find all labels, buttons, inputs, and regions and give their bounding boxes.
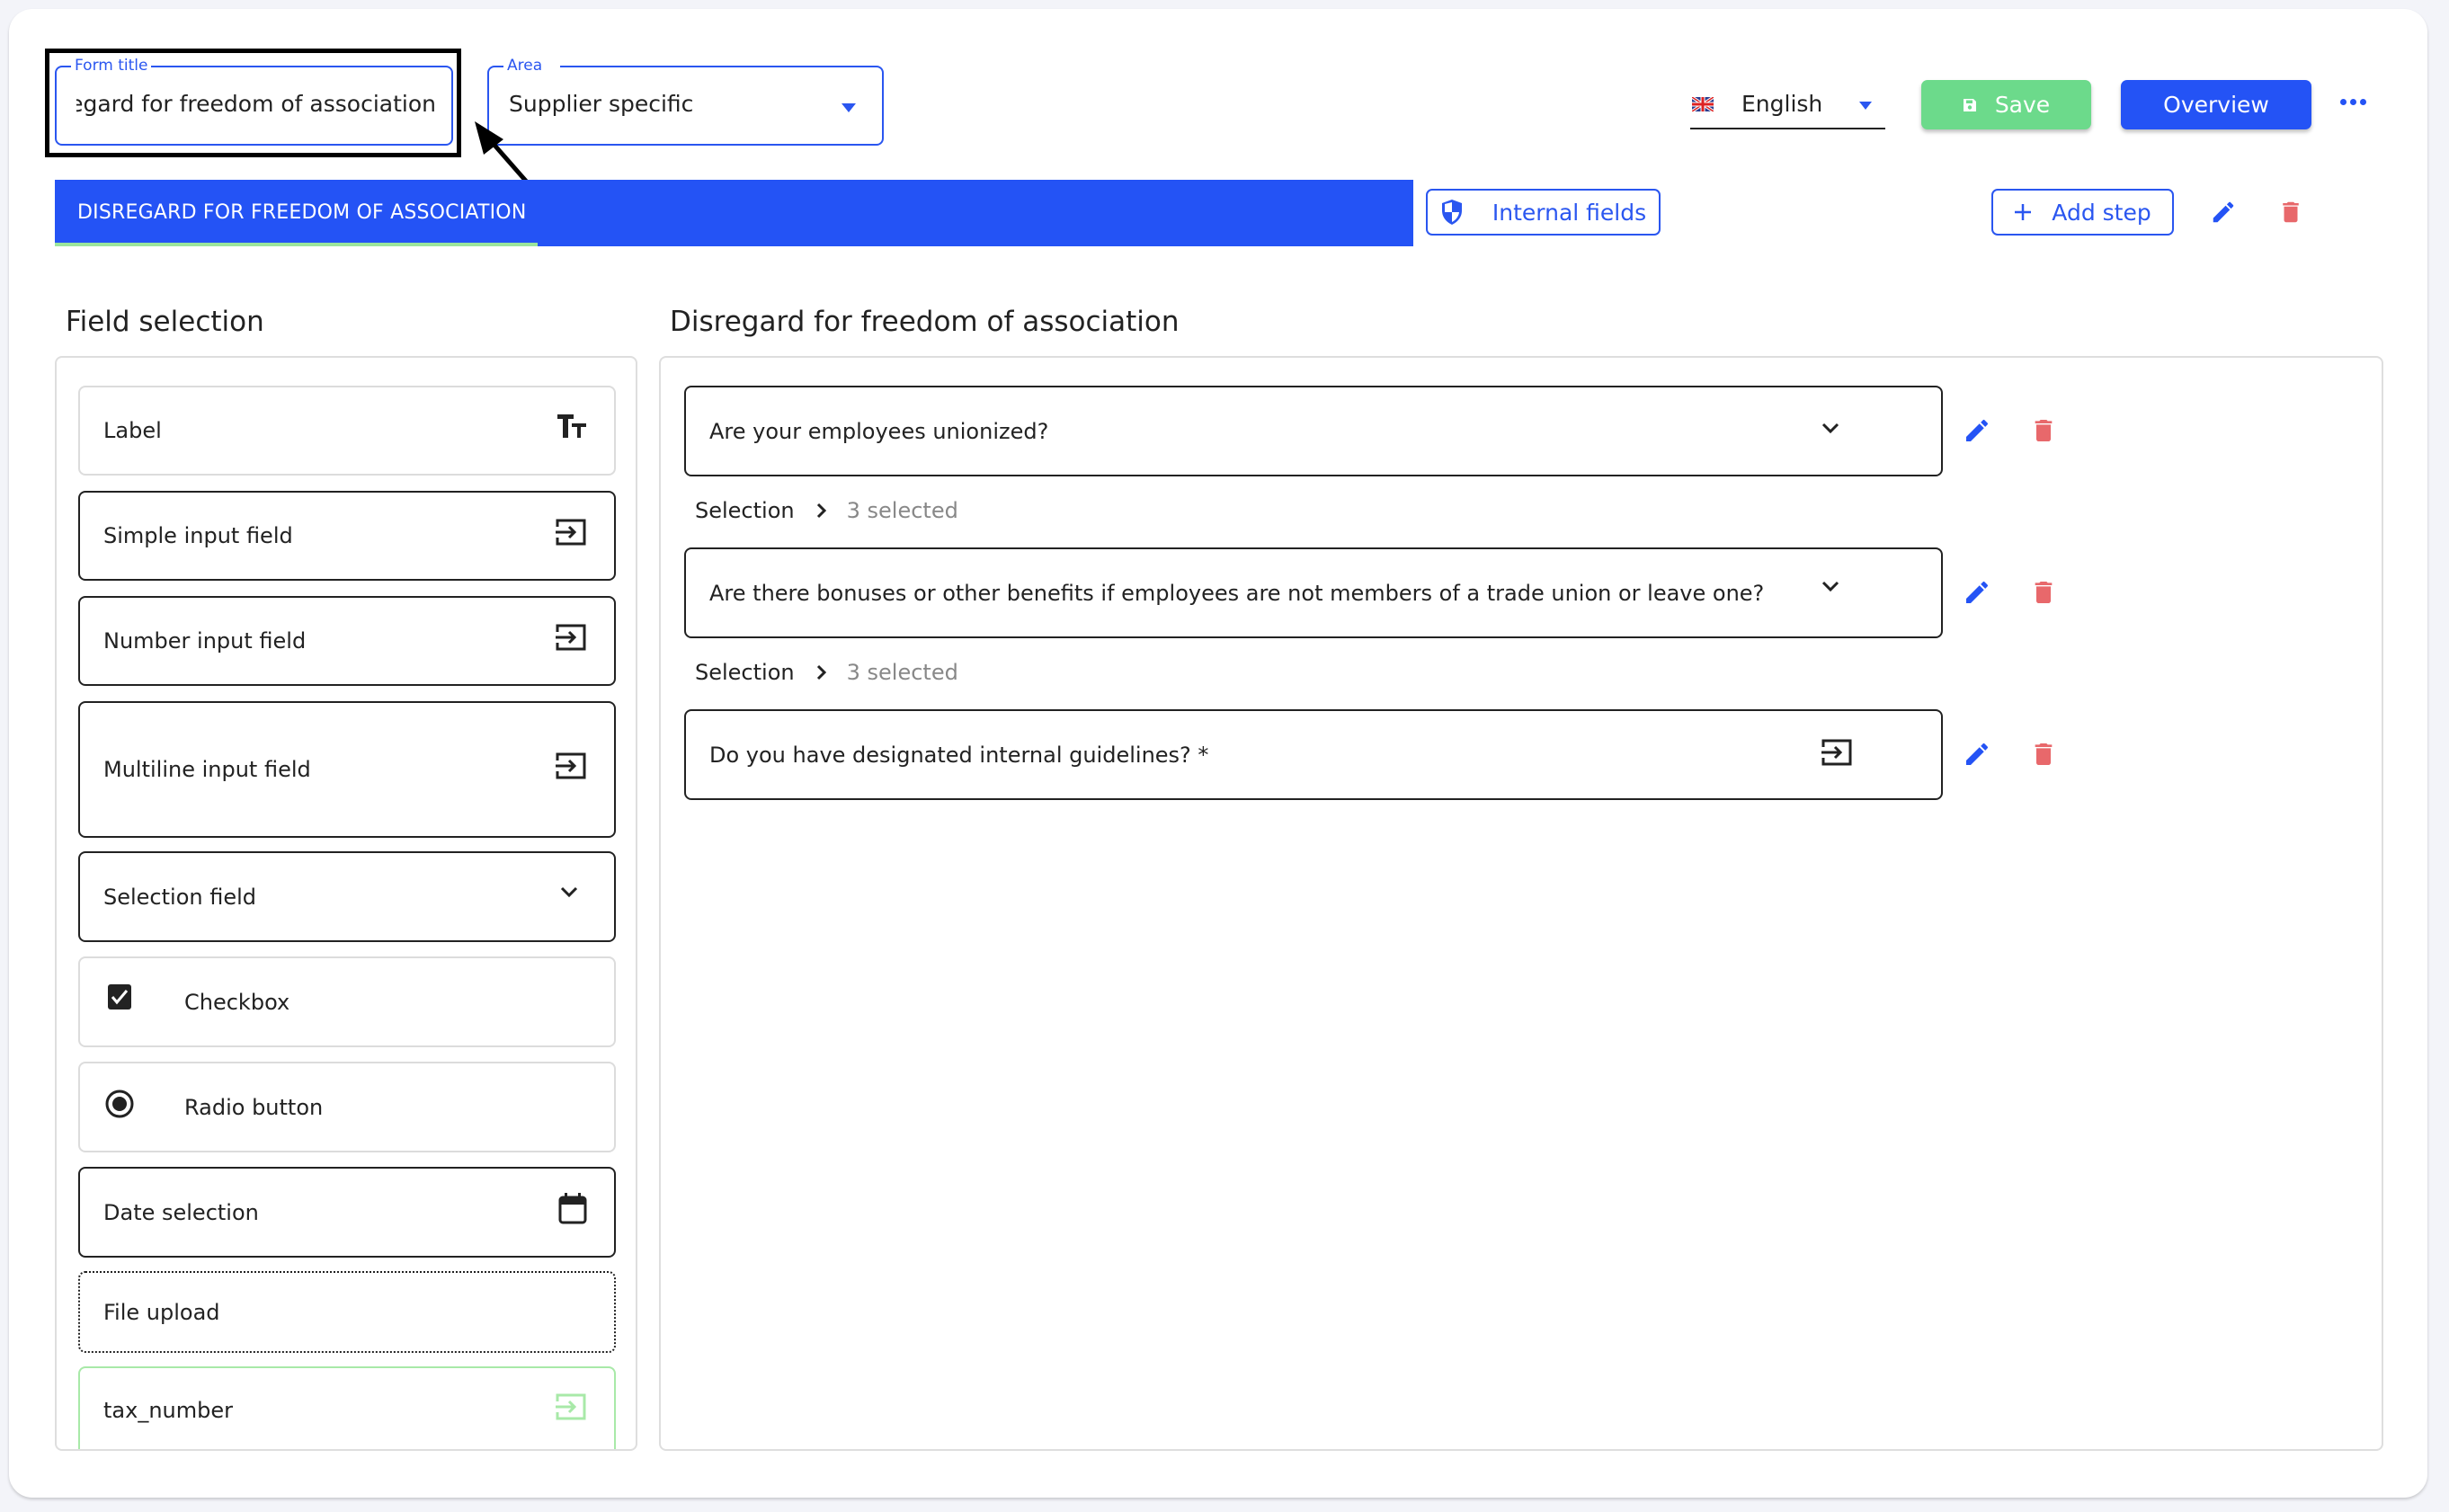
edit-step-pencil-icon[interactable] <box>2210 199 2237 226</box>
internal-fields-label: Internal fields <box>1492 199 1647 226</box>
field-item-simple-input[interactable]: Simple input field <box>78 491 616 581</box>
field-item-text: tax_number <box>103 1398 233 1423</box>
internal-fields-button[interactable]: Internal fields <box>1426 189 1661 236</box>
caret-down-icon <box>1859 102 1872 110</box>
calendar-icon <box>558 1193 587 1224</box>
field-item-label[interactable]: Label <box>78 386 616 476</box>
form-title-legend: Form title <box>71 56 152 76</box>
form-title-value: disregard for freedom of association <box>76 91 436 117</box>
more-dot <box>2360 99 2366 105</box>
more-dot <box>2350 99 2356 105</box>
delete-step-trash-icon[interactable] <box>2277 199 2304 226</box>
form-step-panel: Are your employees unionized? Selection … <box>659 356 2383 1451</box>
uk-flag-icon <box>1692 97 1714 111</box>
edit-question-pencil-icon[interactable] <box>1963 740 1991 769</box>
input-icon <box>556 519 586 546</box>
overview-label: Overview <box>2163 92 2269 118</box>
input-icon <box>556 752 586 779</box>
overview-button[interactable]: Overview <box>2121 80 2311 129</box>
edit-question-pencil-icon[interactable] <box>1963 578 1991 607</box>
field-item-text: Checkbox <box>184 990 290 1015</box>
step-tab-bar: DISREGARD FOR FREEDOM OF ASSOCIATION <box>55 180 1413 246</box>
more-options-button[interactable] <box>2340 99 2366 105</box>
edit-question-pencil-icon[interactable] <box>1963 416 1991 445</box>
text-size-icon <box>557 414 586 438</box>
field-item-number-input[interactable]: Number input field <box>78 596 616 686</box>
field-item-selection[interactable]: Selection field <box>78 851 616 942</box>
save-label: Save <box>1994 92 2051 118</box>
delete-question-trash-icon[interactable] <box>2029 740 2058 769</box>
delete-question-trash-icon[interactable] <box>2029 578 2058 607</box>
form-title-input[interactable]: disregard for freedom of association <box>76 91 436 117</box>
question-field[interactable]: Do you have designated internal guidelin… <box>684 709 1943 800</box>
input-icon <box>556 624 586 651</box>
tab-step-1[interactable]: DISREGARD FOR FREEDOM OF ASSOCIATION <box>55 180 538 246</box>
chevron-right-icon <box>816 664 826 680</box>
field-item-text: Simple input field <box>103 523 293 548</box>
caret-down-icon <box>842 103 856 112</box>
area-value: Supplier specific <box>509 91 694 117</box>
field-item-text: Radio button <box>184 1095 324 1120</box>
input-icon <box>1821 739 1852 766</box>
chevron-down-icon[interactable] <box>1821 422 1840 436</box>
form-step-heading: Disregard for freedom of association <box>670 306 1180 338</box>
plus-icon <box>2015 204 2032 220</box>
save-button[interactable]: Save <box>1921 80 2091 129</box>
add-step-button[interactable]: Add step <box>1991 189 2174 236</box>
selection-options-link[interactable]: Selection 3 selected <box>695 660 958 685</box>
chevron-down-icon <box>560 886 578 898</box>
field-item-text: Number input field <box>103 628 307 654</box>
question-text: Are your employees unionized? <box>709 419 1049 444</box>
add-step-label: Add step <box>2052 199 2151 226</box>
field-item-checkbox[interactable]: Checkbox <box>78 956 616 1047</box>
field-selection-panel: Label Simple input field Number input fi… <box>55 356 637 1451</box>
more-horizontal-icon <box>2340 99 2347 105</box>
field-item-multiline-input[interactable]: Multiline input field <box>78 701 616 838</box>
chevron-down-icon[interactable] <box>1821 580 1840 594</box>
question-field[interactable]: Are your employees unionized? <box>684 386 1943 476</box>
checkbox-checked-icon <box>108 984 131 1009</box>
delete-question-trash-icon[interactable] <box>2029 416 2058 445</box>
chevron-right-icon <box>816 503 826 519</box>
form-title-field[interactable]: Form title disregard for freedom of asso… <box>55 56 453 146</box>
question-text: Do you have designated internal guidelin… <box>709 743 1209 768</box>
field-item-radio[interactable]: Radio button <box>78 1062 616 1152</box>
field-selection-heading: Field selection <box>66 306 264 338</box>
save-icon <box>1963 98 1976 111</box>
field-item-date[interactable]: Date selection <box>78 1167 616 1258</box>
selection-label: Selection <box>695 660 795 685</box>
tab-step-label: DISREGARD FOR FREEDOM OF ASSOCIATION <box>77 201 527 224</box>
area-legend: Area <box>503 56 561 76</box>
question-text: Are there bonuses or other benefits if e… <box>709 581 1765 606</box>
field-item-text: Label <box>103 418 162 443</box>
radio-checked-icon <box>105 1090 134 1118</box>
field-item-tax-number[interactable]: tax_number <box>78 1366 616 1449</box>
selection-options-link[interactable]: Selection 3 selected <box>695 498 958 523</box>
field-item-text: Date selection <box>103 1200 259 1225</box>
selection-count: 3 selected <box>846 498 958 523</box>
field-item-file-upload[interactable]: File upload <box>78 1271 616 1353</box>
selection-label: Selection <box>695 498 795 523</box>
field-item-text: Multiline input field <box>103 757 311 782</box>
field-item-text: File upload <box>103 1300 220 1325</box>
input-icon <box>556 1393 586 1420</box>
field-item-text: Selection field <box>103 885 257 910</box>
shield-icon <box>1441 200 1462 225</box>
language-value: English <box>1741 91 1823 117</box>
question-field[interactable]: Are there bonuses or other benefits if e… <box>684 547 1943 638</box>
language-select[interactable]: English <box>1690 81 1885 129</box>
selection-count: 3 selected <box>846 660 958 685</box>
